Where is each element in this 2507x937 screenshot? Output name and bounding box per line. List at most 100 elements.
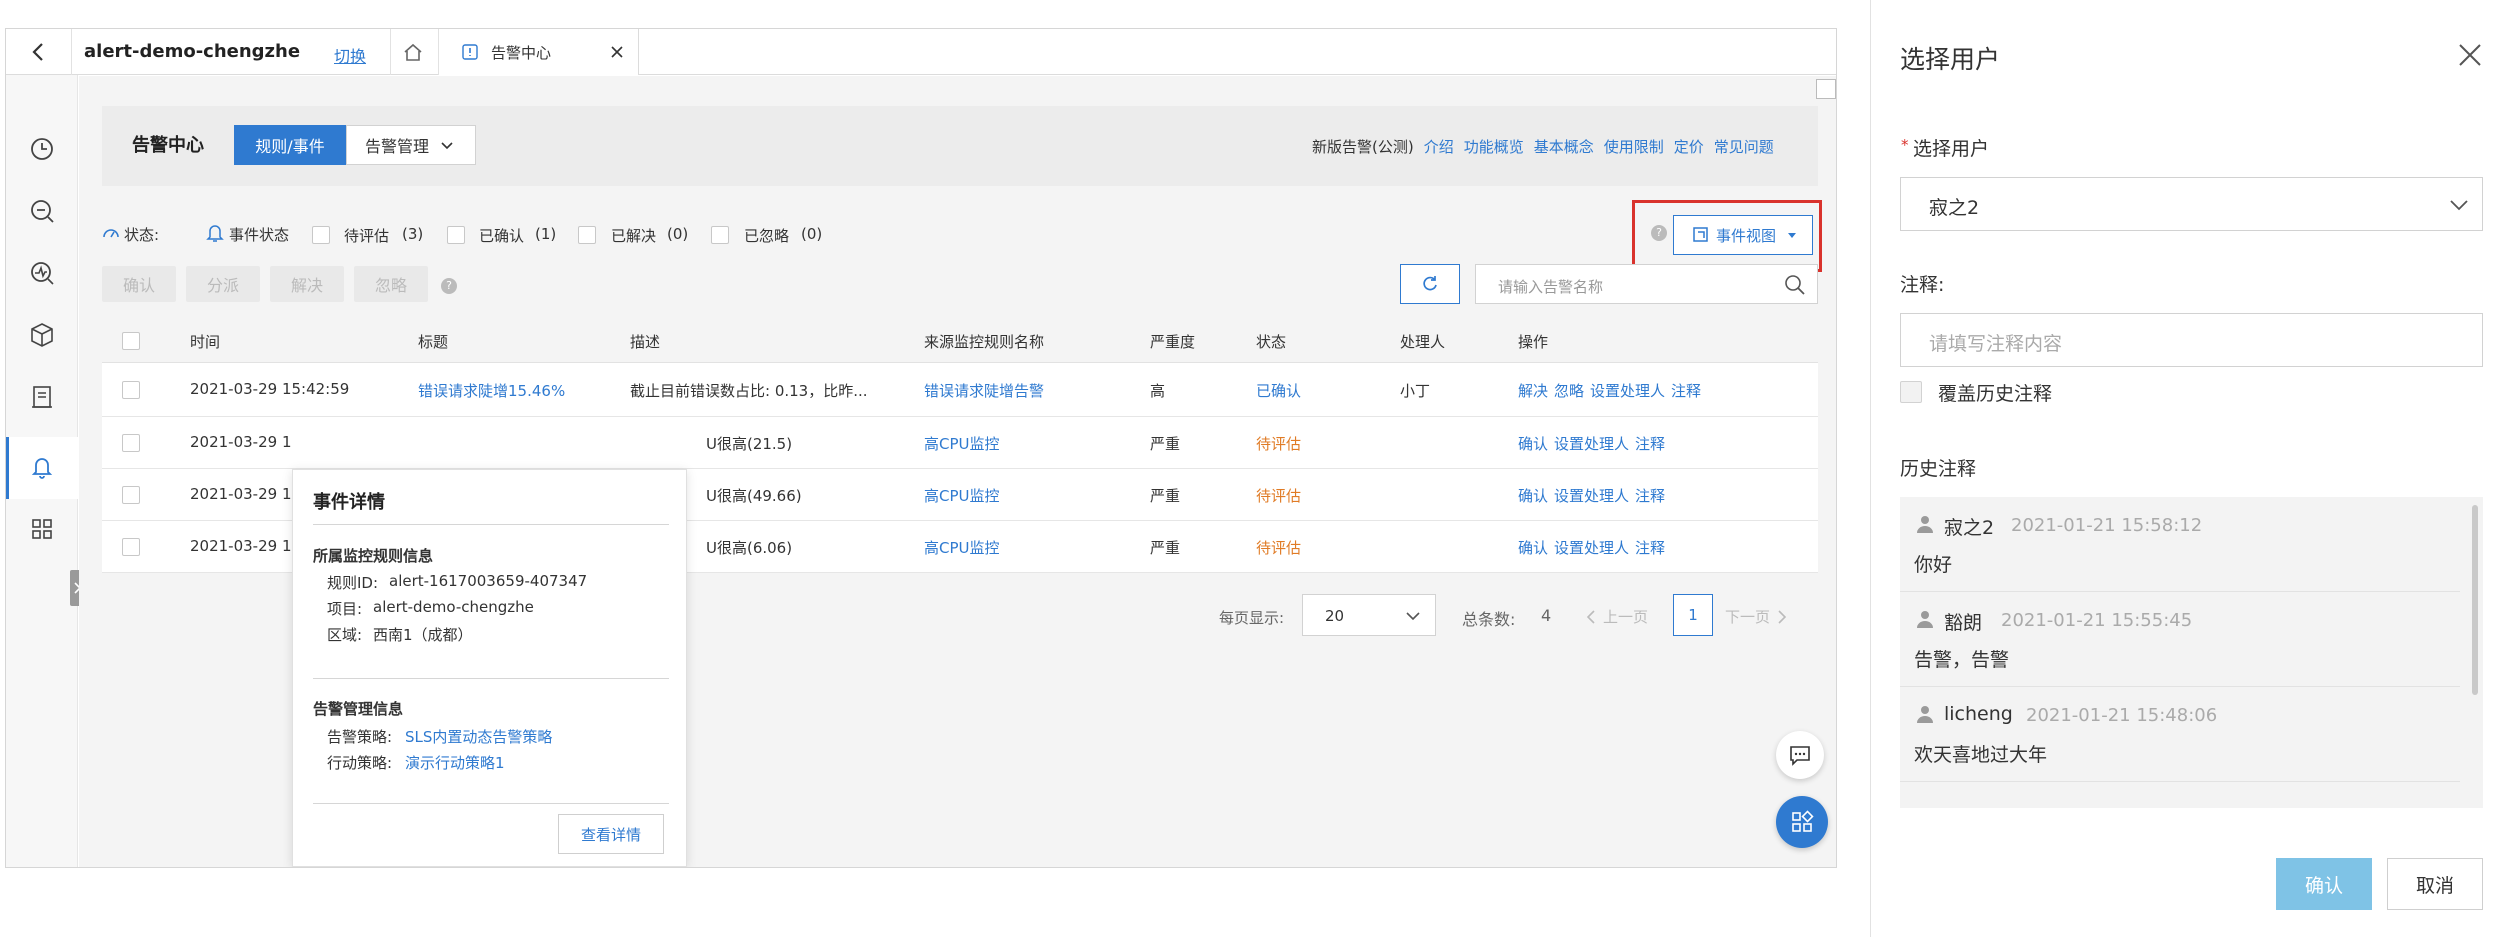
op-set-handler[interactable]: 设置处理人 [1590, 380, 1665, 401]
overwrite-checkbox[interactable] [1900, 381, 1922, 403]
new-version-label: 新版告警(公测) [1312, 138, 1414, 156]
row-ops: 解决 忽略 设置处理人 注释 [1518, 380, 1701, 401]
tab-alert-management[interactable]: 告警管理 [346, 125, 476, 165]
row-severity: 高 [1150, 382, 1166, 400]
alert-header: 告警中心 规则/事件 告警管理 新版告警(公测) 介绍 功能概览 基本概念 使用… [102, 106, 1818, 186]
user-select[interactable]: 寂之2 [1900, 177, 2483, 231]
row-checkbox[interactable] [122, 381, 140, 399]
home-icon[interactable] [402, 41, 424, 63]
current-page: 1 [1688, 606, 1698, 624]
alert-search-input[interactable]: 请输入告警名称 [1475, 264, 1818, 304]
event-view-icon [1693, 227, 1708, 242]
chat-float-button[interactable] [1776, 731, 1824, 779]
row-checkbox[interactable] [122, 434, 140, 452]
query-icon[interactable] [28, 197, 56, 225]
per-page-select[interactable]: 20 [1302, 594, 1436, 636]
history-scrollbar[interactable] [2472, 505, 2478, 695]
chevron-down-icon [2450, 200, 2468, 211]
op-note[interactable]: 注释 [1635, 433, 1665, 454]
back-icon[interactable] [28, 41, 50, 63]
resolve-button[interactable]: 解决 [270, 266, 344, 302]
confirm-button[interactable]: 确认 [102, 266, 176, 302]
filter-confirmed-checkbox[interactable] [447, 226, 465, 244]
tab-rules-events[interactable]: 规则/事件 [234, 125, 346, 165]
op-ignore[interactable]: 忽略 [1554, 380, 1584, 401]
table-row: 2021-03-29 1 U很高(21.5) 高CPU监控 严重 待评估 确认 … [102, 417, 1818, 469]
prev-page-button[interactable]: 上一页 [1585, 606, 1648, 627]
sidebar [6, 75, 84, 867]
select-user-panel: 选择用户 * 选择用户 寂之2 注释: 请填写注释内容 覆盖历史注释 历史注释 … [1870, 0, 2507, 937]
op-set-handler[interactable]: 设置处理人 [1554, 485, 1629, 506]
search-placeholder: 请输入告警名称 [1498, 278, 1604, 296]
col-status: 状态 [1256, 333, 1287, 351]
op-note[interactable]: 注释 [1635, 485, 1665, 506]
op-set-handler[interactable]: 设置处理人 [1554, 537, 1629, 558]
filter-resolved-checkbox[interactable] [578, 226, 596, 244]
op-resolve[interactable]: 解决 [1518, 380, 1548, 401]
row-rule-link[interactable]: 错误请求陡增告警 [924, 380, 1044, 401]
monitor-icon[interactable] [28, 259, 56, 287]
top-bar: alert-demo-chengzhe 切换 告警中心 [6, 29, 1836, 75]
apps-float-button[interactable] [1776, 796, 1828, 848]
row-rule-link[interactable]: 高CPU监控 [924, 537, 1000, 558]
op-set-handler[interactable]: 设置处理人 [1554, 433, 1629, 454]
row-time: 2021-03-29 15:42:59 [190, 380, 350, 398]
link-pricing[interactable]: 定价 [1674, 136, 1704, 157]
row-checkbox[interactable] [122, 486, 140, 504]
event-view-dropdown[interactable]: 事件视图 [1673, 215, 1813, 255]
refresh-button[interactable] [1400, 264, 1460, 304]
op-confirm[interactable]: 确认 [1518, 433, 1548, 454]
switch-link[interactable]: 切换 [334, 43, 366, 67]
total-label: 总条数: [1462, 610, 1516, 629]
op-confirm[interactable]: 确认 [1518, 537, 1548, 558]
row-time: 2021-03-29 1 [190, 433, 292, 451]
report-icon[interactable] [28, 383, 56, 411]
overwrite-label: 覆盖历史注释 [1938, 383, 2053, 405]
row-handler: 小丁 [1400, 382, 1431, 400]
tab-alert-center[interactable]: 告警中心 [439, 29, 639, 75]
grid-icon[interactable] [28, 515, 56, 543]
row-checkbox[interactable] [122, 538, 140, 556]
action-help-icon[interactable]: ? [441, 278, 457, 294]
select-all-checkbox[interactable] [122, 332, 140, 350]
view-details-button[interactable]: 查看详情 [558, 814, 664, 854]
search-icon[interactable] [1784, 274, 1806, 296]
note-input[interactable]: 请填写注释内容 [1900, 313, 2483, 367]
link-intro[interactable]: 介绍 [1424, 136, 1454, 157]
cancel-button[interactable]: 取消 [2387, 858, 2483, 910]
op-confirm[interactable]: 确认 [1518, 485, 1548, 506]
select-user-label: 选择用户 [1913, 138, 1990, 160]
filter-ignored-checkbox[interactable] [711, 226, 729, 244]
filter-pending-checkbox[interactable] [312, 226, 330, 244]
link-faq[interactable]: 常见问题 [1714, 136, 1774, 157]
cancel-label: 取消 [2415, 874, 2454, 897]
per-page-label: 每页显示: [1219, 609, 1285, 627]
dispatch-button[interactable]: 分派 [186, 266, 260, 302]
cube-icon[interactable] [28, 321, 56, 349]
row-title-link[interactable]: 错误请求陡增15.46% [418, 380, 565, 401]
event-details-popover: 事件详情 所属监控规则信息 规则ID: alert-1617003659-407… [292, 469, 687, 867]
op-note[interactable]: 注释 [1671, 380, 1701, 401]
confirm-button[interactable]: 确认 [2276, 858, 2372, 910]
next-page-button[interactable]: 下一页 [1725, 606, 1788, 627]
ignore-button[interactable]: 忽略 [354, 266, 428, 302]
history-item: 寂之2 2021-01-21 15:58:12 你好 [1900, 497, 2460, 592]
op-note[interactable]: 注释 [1635, 537, 1665, 558]
row-rule-link[interactable]: 高CPU监控 [924, 433, 1000, 454]
bell-icon[interactable] [28, 453, 56, 481]
close-icon[interactable] [2457, 42, 2483, 68]
project-value: alert-demo-chengzhe [373, 598, 534, 616]
link-concepts[interactable]: 基本概念 [1534, 136, 1594, 157]
clock-icon[interactable] [28, 135, 56, 163]
close-tab-icon[interactable] [609, 44, 625, 60]
policy-link[interactable]: SLS内置动态告警策略 [405, 726, 552, 747]
link-overview[interactable]: 功能概览 [1464, 136, 1524, 157]
row-rule-link[interactable]: 高CPU监控 [924, 485, 1000, 506]
link-limits[interactable]: 使用限制 [1604, 136, 1664, 157]
history-list[interactable]: 寂之2 2021-01-21 15:58:12 你好 豁朗 2021-01-21… [1900, 497, 2483, 808]
row-status: 已确认 [1256, 382, 1302, 400]
filter-resolved-label: 已解决 [611, 227, 657, 245]
per-page-value: 20 [1325, 607, 1345, 625]
action-policy-link[interactable]: 演示行动策略1 [405, 752, 505, 773]
page-1-button[interactable]: 1 [1673, 594, 1713, 636]
